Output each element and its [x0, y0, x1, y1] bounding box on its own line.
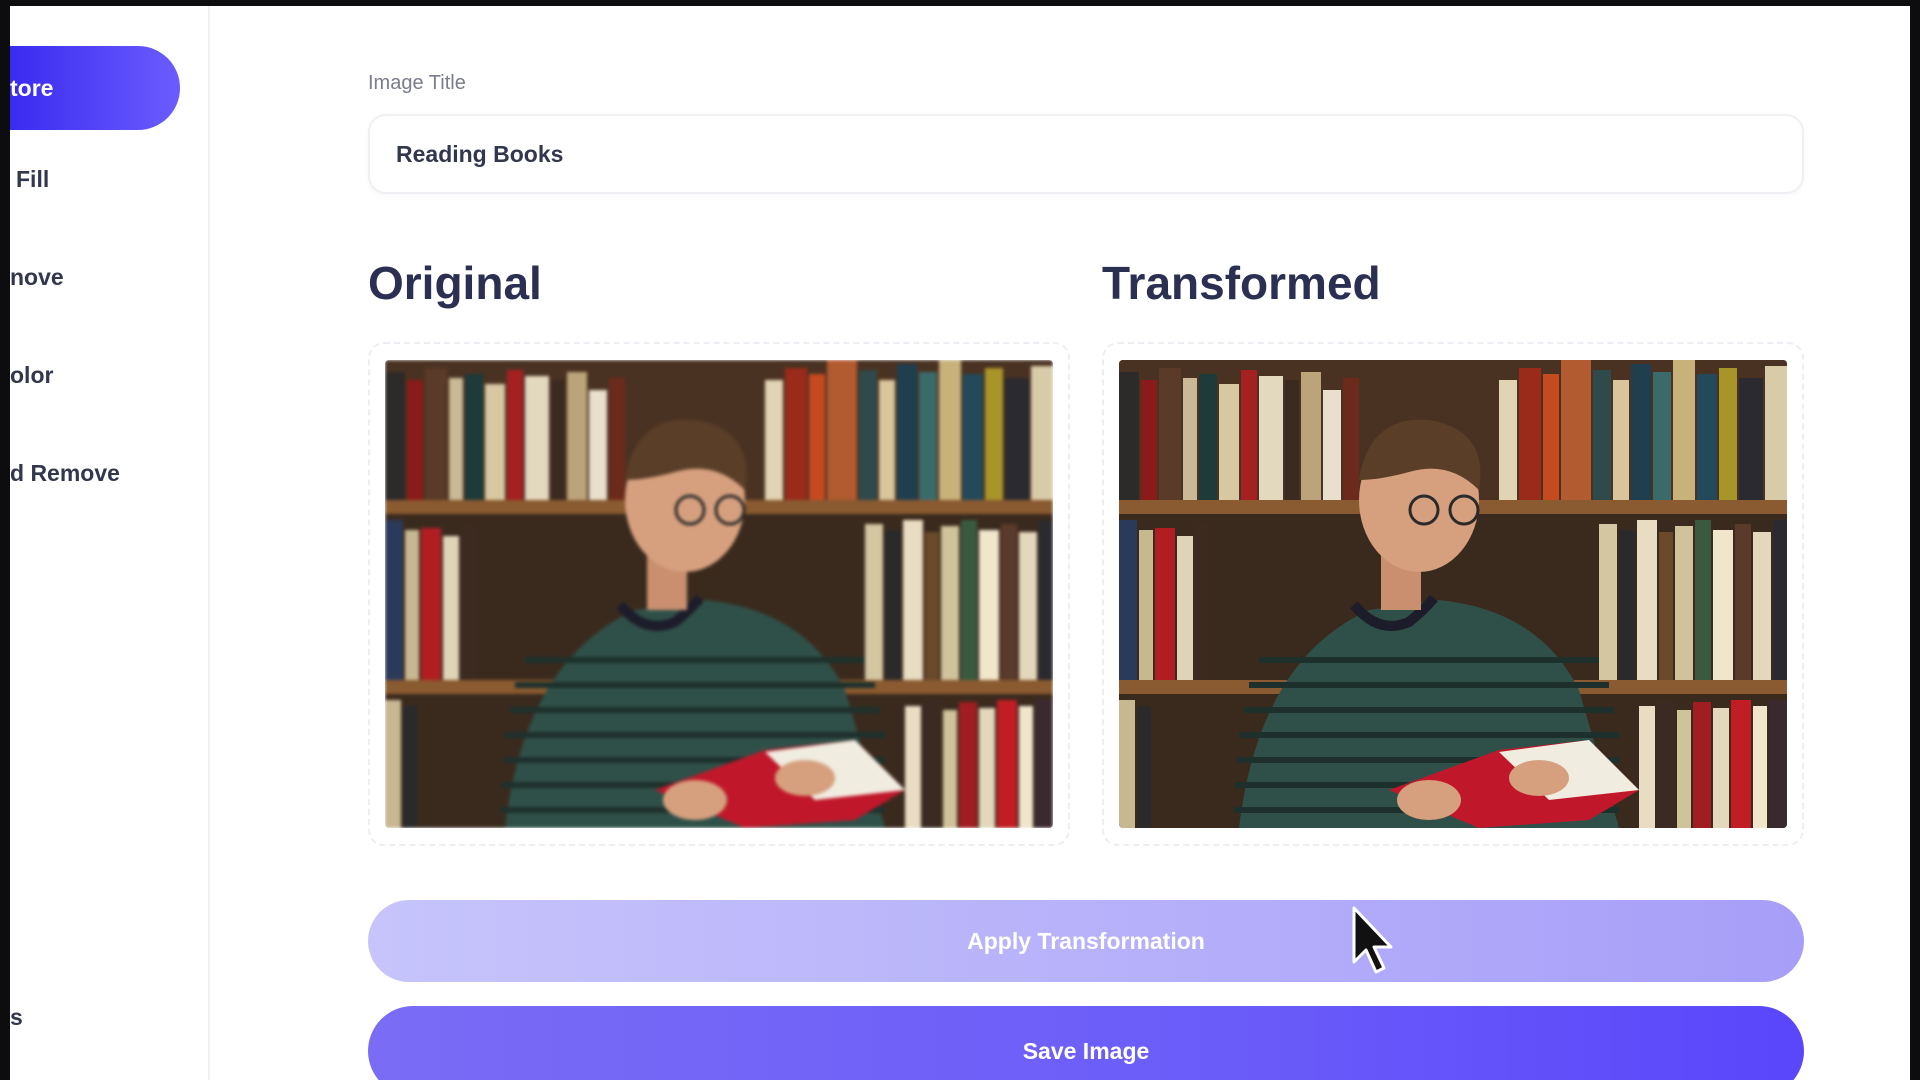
sidebar-item-credits[interactable]: s [10, 1004, 23, 1031]
apply-transformation-button[interactable]: Apply Transformation [368, 900, 1804, 982]
mouse-cursor-icon [1352, 906, 1393, 974]
sidebar-item-label: nove [10, 264, 64, 290]
sidebar-item-object-remove[interactable]: nove [10, 264, 64, 291]
window-edge [1910, 0, 1920, 1080]
original-image [385, 360, 1053, 828]
sidebar-item-background-remove[interactable]: d Remove [10, 460, 120, 487]
sidebar-item-label: olor [10, 362, 54, 388]
image-title-label: Image Title [368, 72, 466, 94]
original-heading: Original [368, 257, 542, 309]
sidebar-item-label: d Remove [10, 460, 120, 486]
transformed-heading: Transformed [1102, 257, 1381, 309]
app-window: tore Fill nove olor d Remove s Image Tit… [10, 6, 1910, 1080]
transformed-image-frame [1102, 342, 1804, 846]
original-image-frame [368, 342, 1070, 846]
sidebar-item-restore[interactable]: tore [10, 46, 180, 130]
sidebar-item-label: tore [10, 74, 54, 101]
save-image-button[interactable]: Save Image [368, 1006, 1804, 1080]
transformed-image [1119, 360, 1787, 828]
sidebar-item-object-recolor[interactable]: olor [10, 362, 53, 389]
sidebar-item-label: Fill [16, 166, 50, 192]
image-title-input[interactable] [368, 114, 1804, 194]
sidebar-item-generative-fill[interactable]: Fill [16, 166, 49, 193]
sidebar: tore Fill nove olor d Remove s [10, 6, 210, 1080]
sidebar-item-label: s [10, 1004, 23, 1030]
